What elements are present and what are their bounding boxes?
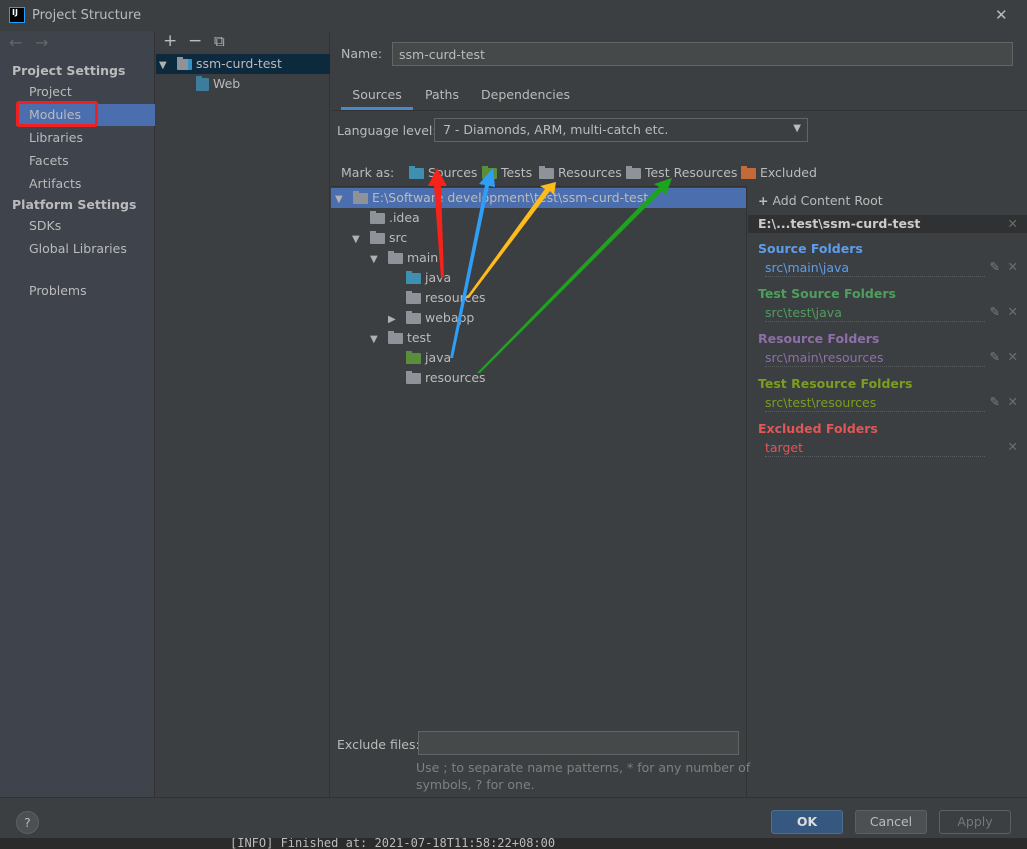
folder-path: src\test\resources (765, 395, 985, 412)
apply-button[interactable]: Apply (939, 810, 1011, 834)
remove-folder-icon[interactable]: ✕ (1008, 259, 1018, 274)
edit-icon[interactable]: ✎ (990, 304, 1000, 319)
exclude-files-label: Exclude files: (337, 737, 420, 752)
edit-icon[interactable]: ✎ (990, 259, 1000, 274)
folder-path: src\main\java (765, 260, 985, 277)
help-button[interactable]: ? (16, 811, 39, 834)
remove-folder-icon[interactable]: ✕ (1008, 394, 1018, 409)
folder-group-title: Test Source Folders (758, 286, 896, 301)
content-root-header: E:\...test\ssm-curd-test ✕ (748, 215, 1027, 233)
remove-folder-icon[interactable]: ✕ (1008, 349, 1018, 364)
folder-path: target (765, 440, 985, 457)
yellow-arrow (466, 182, 556, 298)
edit-icon[interactable]: ✎ (990, 394, 1000, 409)
folder-group-title: Resource Folders (758, 331, 880, 346)
remove-root-icon[interactable]: ✕ (1008, 215, 1018, 233)
ok-button[interactable]: OK (771, 810, 843, 834)
project-structure-dialog: IJ Project Structure ✕ ← → Project Setti… (0, 0, 1027, 838)
content-roots-panel: + Add Content Root E:\...test\ssm-curd-t… (748, 187, 1027, 797)
exclude-hint: Use ; to separate name patterns, * for a… (416, 760, 751, 792)
folder-path: src\test\java (765, 305, 985, 322)
folder-group-title: Excluded Folders (758, 421, 878, 436)
add-content-root-button[interactable]: + Add Content Root (758, 193, 883, 208)
green-arrow (477, 178, 672, 373)
folder-group-title: Test Resource Folders (758, 376, 913, 391)
blue-arrow (450, 168, 495, 358)
exclude-files-input[interactable] (418, 731, 739, 755)
remove-folder-icon[interactable]: ✕ (1008, 304, 1018, 319)
plus-icon: + (758, 193, 769, 208)
folder-group-title: Source Folders (758, 241, 863, 256)
edit-icon[interactable]: ✎ (990, 349, 1000, 364)
cancel-button[interactable]: Cancel (855, 810, 927, 834)
remove-folder-icon[interactable]: ✕ (1008, 439, 1018, 454)
footer: ? OK Cancel Apply (0, 797, 1027, 838)
folder-path: src\main\resources (765, 350, 985, 367)
red-arrow (428, 168, 447, 278)
